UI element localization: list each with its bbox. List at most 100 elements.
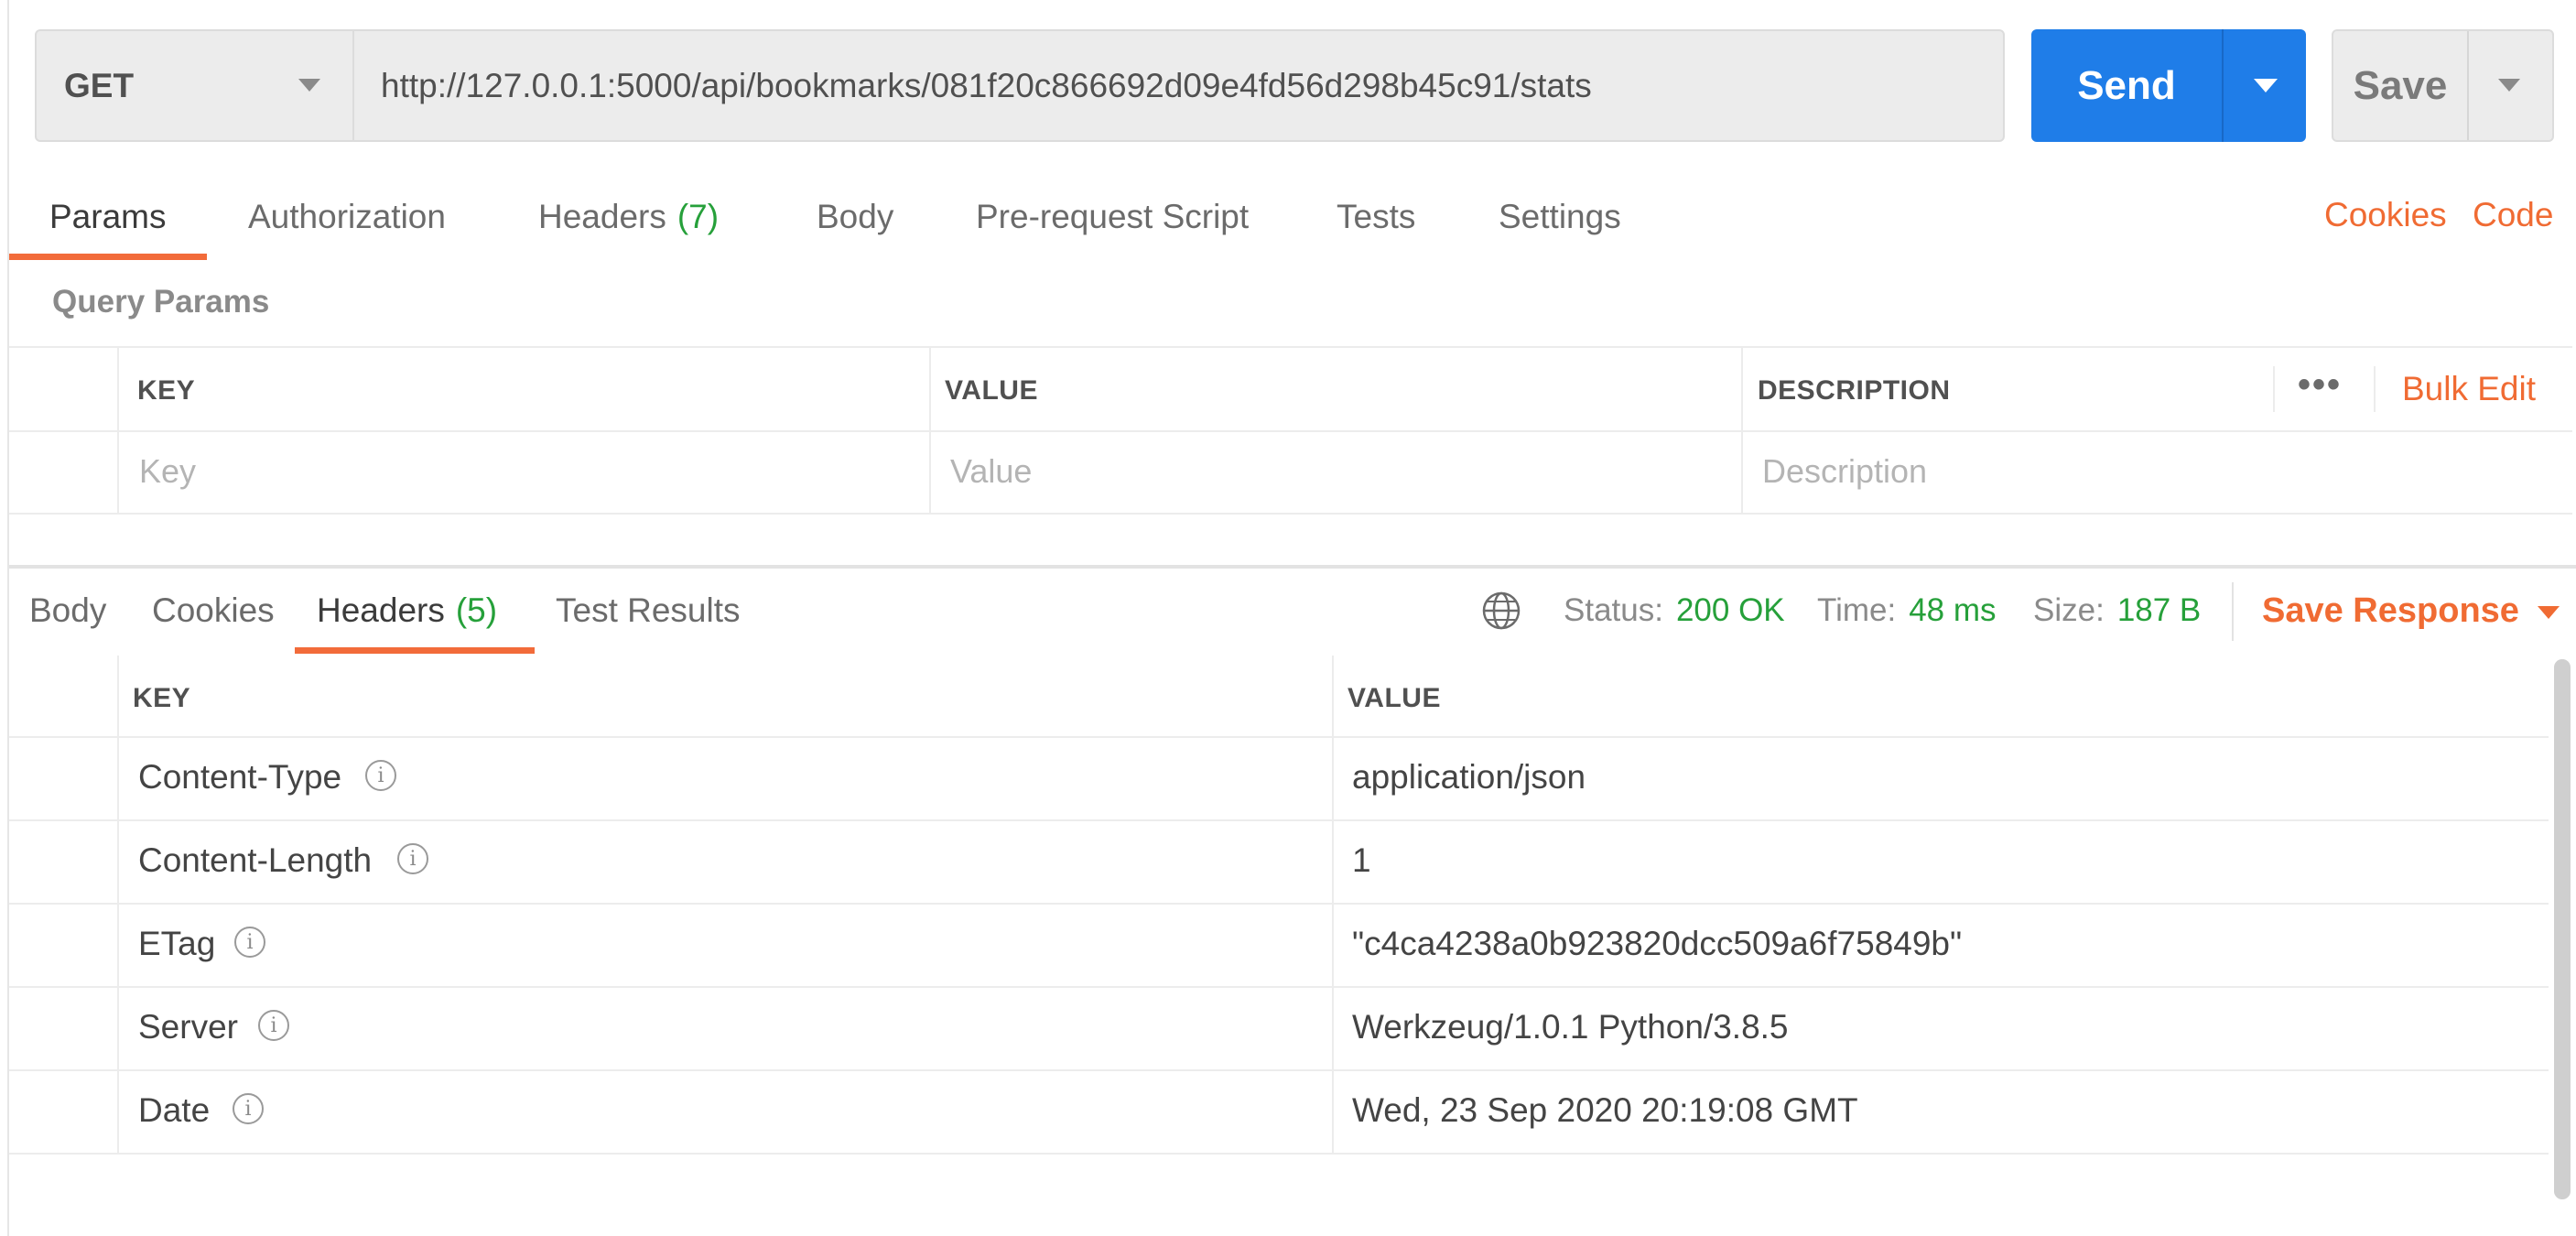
tab-response-headers[interactable]: Headers (5) [317, 572, 497, 649]
headers-count: (5) [455, 591, 498, 629]
row-divider [9, 819, 2549, 821]
column-header-description: DESCRIPTION [1758, 375, 1951, 406]
tab-label: Settings [1499, 198, 1621, 235]
status-meta: Status: 200 OK [1564, 572, 1785, 649]
tab-settings[interactable]: Settings [1499, 174, 1621, 260]
info-icon[interactable]: i [233, 1093, 264, 1124]
method-url-group: GET [35, 29, 2005, 142]
column-header-key: KEY [137, 375, 196, 406]
pane-divider[interactable] [9, 565, 2576, 569]
chevron-down-icon [2537, 606, 2560, 619]
save-dropdown-button[interactable] [2469, 31, 2552, 140]
header-value: Werkzeug/1.0.1 Python/3.8.5 [1352, 1008, 1789, 1046]
status-label: Status: [1564, 592, 1663, 628]
status-value: 200 OK [1675, 592, 1785, 628]
tab-test-results[interactable]: Test Results [556, 572, 741, 649]
chevron-down-icon [2498, 79, 2520, 92]
active-tab-indicator [295, 647, 535, 654]
tab-body[interactable]: Body [817, 174, 893, 260]
left-panel-edge [0, 0, 9, 1236]
header-key: Content-Type [138, 758, 342, 796]
tab-label: Cookies [152, 591, 275, 629]
response-headers-table: KEY VALUE Content-Type i application/jso… [9, 656, 2549, 1155]
header-key: ETag [138, 925, 216, 962]
tab-label: Pre-request Script [976, 198, 1250, 235]
tab-label: Authorization [248, 198, 446, 235]
url-input[interactable] [381, 31, 1974, 140]
send-button[interactable]: Send [2031, 29, 2224, 142]
column-divider [1741, 348, 1743, 515]
header-key: Date [138, 1091, 211, 1129]
code-link[interactable]: Code [2473, 196, 2553, 234]
info-icon[interactable]: i [397, 843, 428, 874]
time-value: 48 ms [1909, 592, 1997, 628]
save-button-group: Save [2332, 29, 2554, 142]
request-bar: GET Send Save [0, 0, 2576, 165]
row-divider [9, 1069, 2549, 1071]
header-value: 1 [1352, 841, 1371, 879]
scrollbar[interactable] [2554, 659, 2571, 1199]
send-dropdown-button[interactable] [2224, 29, 2306, 142]
column-header-value: VALUE [945, 375, 1038, 406]
tab-response-cookies[interactable]: Cookies [152, 572, 275, 649]
info-icon[interactable]: i [365, 760, 396, 791]
tab-pre-request-script[interactable]: Pre-request Script [976, 174, 1249, 260]
tab-params[interactable]: Params [49, 174, 166, 260]
tab-tests[interactable]: Tests [1337, 174, 1415, 260]
tab-headers[interactable]: Headers (7) [538, 174, 719, 260]
tab-label: Body [29, 591, 107, 629]
more-options-icon[interactable]: ••• [2298, 364, 2342, 406]
column-divider [117, 656, 119, 1155]
row-divider [9, 430, 2572, 432]
column-header-value: VALUE [1348, 683, 1441, 713]
row-divider [9, 986, 2549, 988]
column-divider [2273, 366, 2275, 412]
tab-label: Body [817, 198, 894, 235]
info-icon[interactable]: i [234, 927, 265, 958]
save-response-button[interactable]: Save Response [2262, 572, 2560, 649]
key-input[interactable]: Key [139, 452, 196, 491]
method-label: GET [64, 66, 135, 104]
value-input[interactable]: Value [950, 452, 1032, 491]
save-button[interactable]: Save [2333, 31, 2469, 140]
save-response-label: Save Response [2262, 591, 2519, 630]
method-select[interactable]: GET [37, 31, 354, 140]
tab-label: Headers [538, 198, 666, 235]
tab-label: Test Results [556, 591, 741, 629]
tab-label: Headers [317, 591, 445, 629]
size-meta: Size: 187 B [2033, 572, 2201, 649]
bulk-edit-link[interactable]: Bulk Edit [2402, 370, 2536, 408]
time-label: Time: [1817, 592, 1897, 628]
header-value: Wed, 23 Sep 2020 20:19:08 GMT [1352, 1091, 1858, 1129]
meta-separator [2232, 582, 2234, 641]
column-divider [1332, 656, 1334, 1155]
column-divider [117, 348, 119, 515]
header-value: "c4ca4238a0b923820dcc509a6f75849b" [1352, 925, 1963, 962]
column-header-key: KEY [133, 683, 191, 713]
header-key: Server [138, 1008, 238, 1046]
header-value: application/json [1352, 758, 1586, 796]
size-label: Size: [2033, 592, 2105, 628]
time-meta: Time: 48 ms [1817, 572, 1997, 649]
column-divider [2374, 366, 2376, 412]
row-divider [9, 736, 2549, 738]
column-divider [929, 348, 931, 515]
tab-authorization[interactable]: Authorization [248, 174, 446, 260]
scrollbar-thumb[interactable] [2554, 659, 2571, 1199]
tab-label: Params [49, 198, 167, 235]
headers-count: (7) [676, 198, 720, 235]
row-divider [9, 1153, 2549, 1155]
send-button-group: Send [2031, 29, 2306, 142]
chevron-down-icon [2254, 79, 2278, 92]
query-params-title: Query Params [52, 284, 270, 320]
chevron-down-icon [298, 79, 320, 92]
info-icon[interactable]: i [258, 1010, 289, 1041]
tab-response-body[interactable]: Body [29, 572, 106, 649]
query-params-table: KEY VALUE DESCRIPTION ••• Bulk Edit Key … [9, 346, 2572, 515]
size-value: 187 B [2116, 592, 2202, 628]
globe-icon[interactable] [1481, 591, 1521, 631]
active-tab-indicator [9, 254, 207, 260]
row-divider [9, 513, 2572, 515]
description-input[interactable]: Description [1762, 452, 1927, 491]
cookies-link[interactable]: Cookies [2324, 196, 2447, 234]
